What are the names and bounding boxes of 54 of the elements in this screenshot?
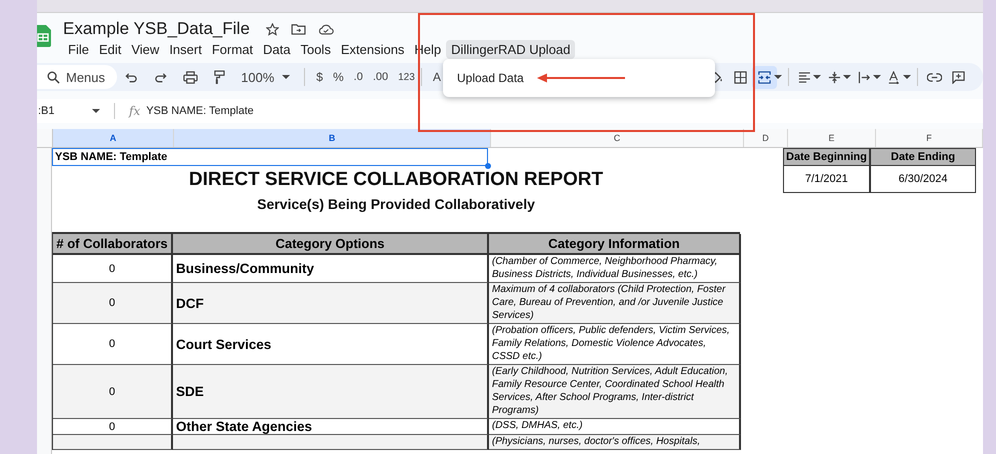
table-cell: 0 (53, 255, 173, 283)
table-cell: (Early Childhood, Nutrition Services, Adult Education, Family Resource Center, Coordinated School Health Services, After School Programs, Inter-district Programs) (489, 365, 741, 419)
table-cell: 0 (53, 283, 173, 324)
table-cell: (Physicians, nurses, doctor's offices, Hospitals, (489, 435, 741, 450)
menu-item[interactable]: Insert (164, 40, 207, 58)
report-subtitle: Service(s) Being Provided Collaboratively (257, 196, 535, 212)
document-title[interactable]: Example YSB_Data_File (63, 19, 250, 39)
table-cell: Maximum of 4 collaborators (Child Protection, Foster Care, Bureau of Prevention, and /or Juvenile Justice Services) (489, 283, 741, 324)
table-cell: (Probation officers, Public defenders, Victim Services, Family Relations, Domestic Violence Advocates, CSSD etc.) (489, 324, 741, 365)
table-header: Date Beginning (783, 148, 870, 166)
menu-item[interactable]: Edit (94, 40, 126, 58)
table-cell: DCF (173, 283, 489, 324)
table-cell: (DSS, DMHAS, etc.) (489, 419, 741, 435)
menu-item[interactable]: File (63, 40, 94, 58)
percent-format-button[interactable]: % (328, 70, 349, 84)
table-header: Date Ending (870, 148, 976, 166)
menu-item[interactable]: Format (206, 40, 258, 58)
table-cell: 7/1/2021 (783, 166, 870, 193)
table-cell: 6/30/2024 (870, 166, 976, 193)
menu-item[interactable]: Extensions (336, 40, 410, 58)
menu-search-field[interactable]: Menus (37, 65, 118, 89)
table-cell: (Chamber of Commerce, Neighborhood Pharmacy, Business Districts, Individual Businesses, etc.) (489, 255, 741, 283)
column-header[interactable]: A (53, 129, 174, 147)
increase-decimal-button[interactable]: .00 (368, 71, 394, 83)
report-title: DIRECT SERVICE COLLABORATION REPORT (188, 169, 604, 191)
table-header: Category Information (489, 234, 741, 255)
table-cell: Other State Agencies (173, 419, 489, 435)
column-header[interactable]: B (174, 129, 491, 147)
number-format-button[interactable]: 123 (393, 72, 415, 82)
column-header[interactable]: E (788, 129, 876, 147)
name-box[interactable]: :B1 (38, 105, 86, 117)
menu-item[interactable]: Data (258, 40, 296, 58)
table-cell: 0 (53, 365, 173, 419)
table-cell: Court Services (173, 324, 489, 365)
table-cell: 0 (53, 324, 173, 365)
menu-item[interactable]: Tools (295, 40, 336, 58)
column-header[interactable]: D (744, 129, 788, 147)
column-header[interactable]: C (491, 129, 744, 147)
font-button[interactable]: A (428, 70, 446, 84)
table-cell: 0 (53, 419, 173, 435)
function-label: fx (129, 104, 140, 118)
selected-cell[interactable]: YSB NAME: Template (52, 148, 488, 166)
column-header[interactable]: F (876, 129, 983, 147)
table-header: Category Options (173, 234, 489, 255)
menu-item[interactable]: DillingerRAD Upload (446, 40, 576, 58)
menu-item[interactable]: View (126, 40, 164, 58)
table-header: # of Collaborators (53, 234, 173, 255)
table-cell: SDE (173, 365, 489, 419)
zoom-dropdown[interactable]: 100% (233, 70, 298, 84)
table-cell: Business/Community (173, 255, 489, 283)
menu-item[interactable]: Upload Data (457, 71, 524, 85)
decrease-decimal-button[interactable]: .0 (348, 71, 368, 83)
formula-field[interactable]: YSB NAME: Template (146, 105, 254, 117)
currency-format-button[interactable]: $ (311, 70, 328, 84)
